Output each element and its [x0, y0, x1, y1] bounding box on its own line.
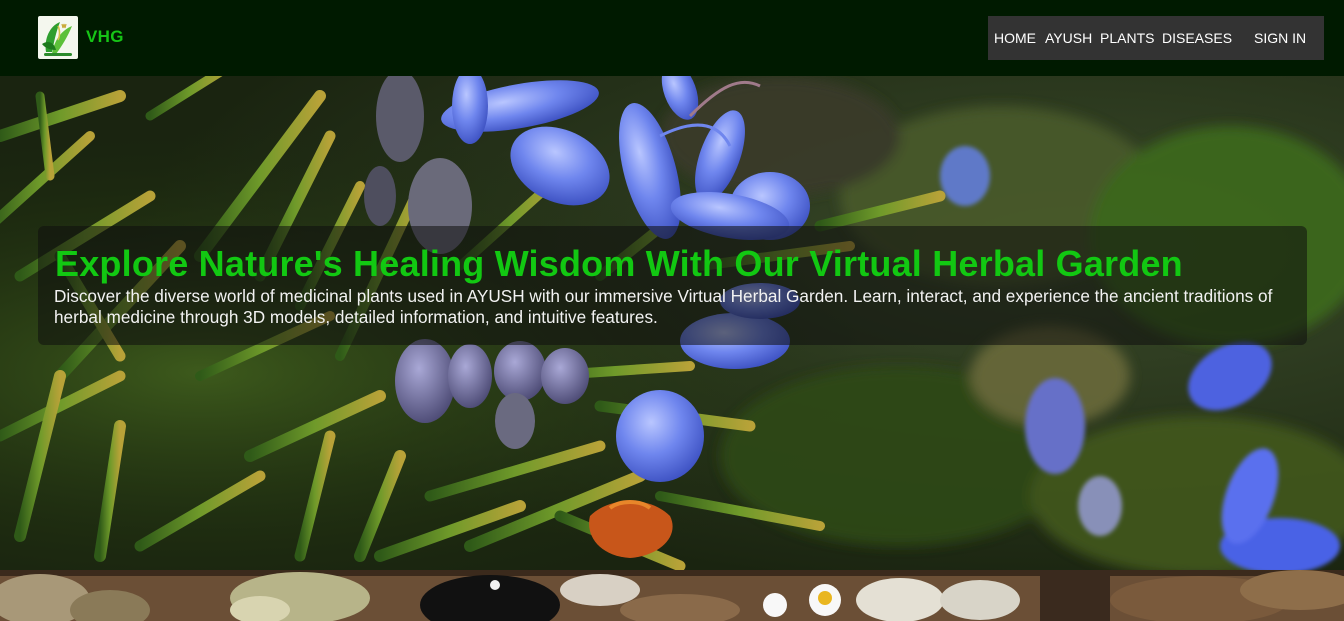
sign-in-button[interactable]: SIGN IN: [1254, 30, 1306, 46]
hero-card: Explore Nature's Healing Wisdom With Our…: [38, 226, 1307, 345]
top-navbar: VHG HOME AYUSH PLANTS DISEASES SIGN IN: [0, 0, 1344, 76]
herbs-table-image: [0, 570, 1344, 621]
herbal-leaf-logo-graphic: [42, 22, 72, 56]
nav-diseases-link[interactable]: DISEASES: [1162, 30, 1232, 46]
hero-description: Discover the diverse world of medicinal …: [54, 286, 1273, 327]
brand-logo-icon[interactable]: [38, 16, 78, 59]
nav-home-link[interactable]: HOME: [994, 30, 1036, 46]
hero-title: Explore Nature's Healing Wisdom With Our…: [55, 243, 1183, 284]
hero-section: Explore Nature's Healing Wisdom With Our…: [0, 76, 1344, 570]
nav-ayush-link[interactable]: AYUSH: [1045, 30, 1092, 46]
brand-name[interactable]: VHG: [86, 27, 124, 47]
nav-plants-link[interactable]: PLANTS: [1100, 30, 1154, 46]
nav-menu: HOME AYUSH PLANTS DISEASES SIGN IN: [988, 16, 1324, 60]
herbs-on-table-graphic: [0, 570, 1344, 621]
